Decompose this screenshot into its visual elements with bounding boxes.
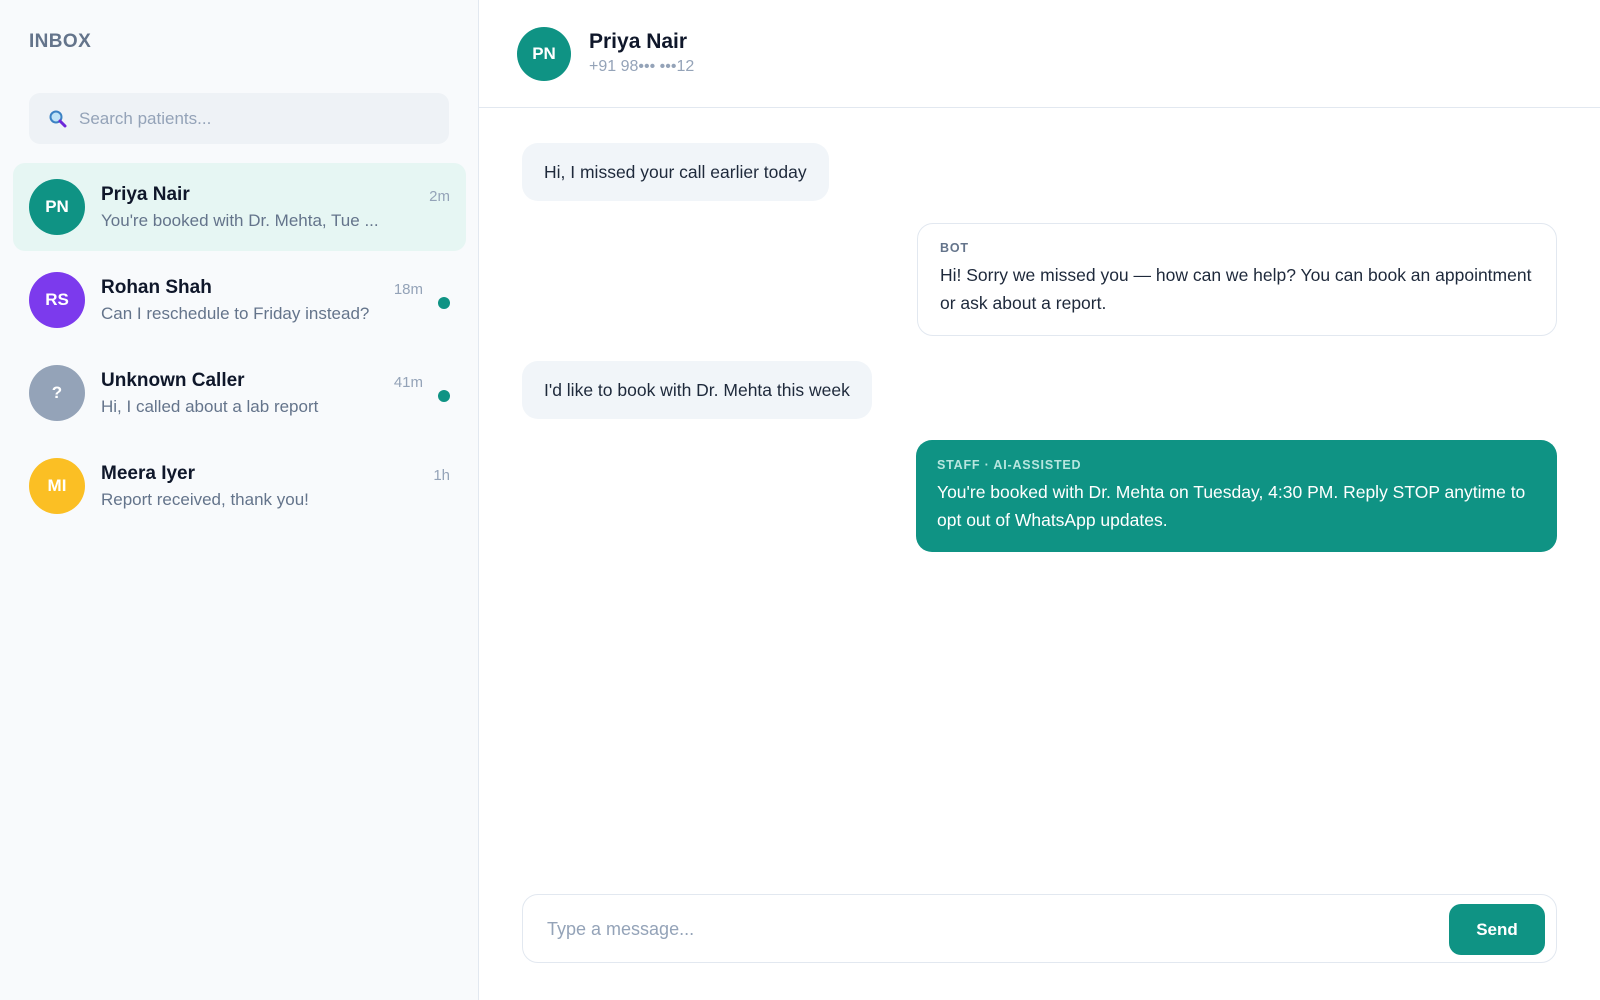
message-preview: You're booked with Dr. Mehta, Tue ... bbox=[101, 211, 379, 230]
conversation-item[interactable]: RS Rohan Shah Can I reschedule to Friday… bbox=[13, 256, 466, 344]
search-input[interactable] bbox=[79, 108, 419, 129]
contact-name: Unknown Caller bbox=[101, 370, 245, 391]
conversation-item[interactable]: PN Priya Nair You're booked with Dr. Meh… bbox=[13, 163, 466, 251]
message-text: Hi, I missed your call earlier today bbox=[544, 162, 807, 182]
avatar: ? bbox=[29, 365, 85, 421]
contact-phone: +91 98••• •••12 bbox=[589, 58, 695, 75]
sidebar: INBOX PN Priya Nair You're booked with D… bbox=[0, 0, 479, 1000]
unread-indicator bbox=[438, 390, 450, 402]
unread-indicator bbox=[438, 297, 450, 309]
avatar: PN bbox=[29, 179, 85, 235]
avatar: RS bbox=[29, 272, 85, 328]
message-composer: Send bbox=[522, 894, 1557, 963]
bot-message: BOT Hi! Sorry we missed you — how can we… bbox=[917, 223, 1557, 336]
send-button[interactable]: Send bbox=[1449, 904, 1545, 955]
search-box[interactable] bbox=[29, 93, 449, 144]
incoming-message: Hi, I missed your call earlier today bbox=[522, 143, 829, 201]
message-time: 18m bbox=[393, 281, 423, 298]
message-sender-tag: STAFF · AI-ASSISTED bbox=[937, 458, 1082, 472]
message-time: 1h bbox=[433, 467, 450, 484]
incoming-message: I'd like to book with Dr. Mehta this wee… bbox=[522, 361, 872, 419]
chat-panel: PN Priya Nair +91 98••• •••12 Hi, I miss… bbox=[479, 0, 1600, 1000]
message-preview: Report received, thank you! bbox=[101, 490, 309, 509]
contact-name: Priya Nair bbox=[101, 184, 190, 205]
avatar: MI bbox=[29, 458, 85, 514]
avatar: PN bbox=[517, 27, 571, 81]
message-text: You're booked with Dr. Mehta on Tuesday,… bbox=[937, 482, 1526, 530]
message-time: 41m bbox=[393, 374, 423, 391]
message-time: 2m bbox=[429, 188, 450, 205]
inbox-title: INBOX bbox=[29, 31, 92, 52]
contact-name: Rohan Shah bbox=[101, 277, 212, 298]
staff-message: STAFF · AI-ASSISTED You're booked with D… bbox=[916, 440, 1557, 552]
message-text: Hi! Sorry we missed you — how can we hel… bbox=[940, 265, 1532, 313]
message-text: I'd like to book with Dr. Mehta this wee… bbox=[544, 380, 850, 400]
conversation-item[interactable]: ? Unknown Caller Hi, I called about a la… bbox=[13, 349, 466, 437]
contact-name: Priya Nair bbox=[589, 30, 688, 53]
contact-name: Meera Iyer bbox=[101, 463, 196, 484]
conversation-item[interactable]: MI Meera Iyer Report received, thank you… bbox=[13, 442, 466, 530]
conversation-list: PN Priya Nair You're booked with Dr. Meh… bbox=[13, 163, 466, 535]
message-input[interactable] bbox=[547, 915, 1427, 943]
message-sender-tag: BOT bbox=[940, 241, 969, 255]
search-icon bbox=[48, 109, 68, 129]
message-preview: Can I reschedule to Friday instead? bbox=[101, 304, 370, 323]
chat-header: PN Priya Nair +91 98••• •••12 bbox=[479, 0, 1600, 108]
message-preview: Hi, I called about a lab report bbox=[101, 397, 319, 416]
